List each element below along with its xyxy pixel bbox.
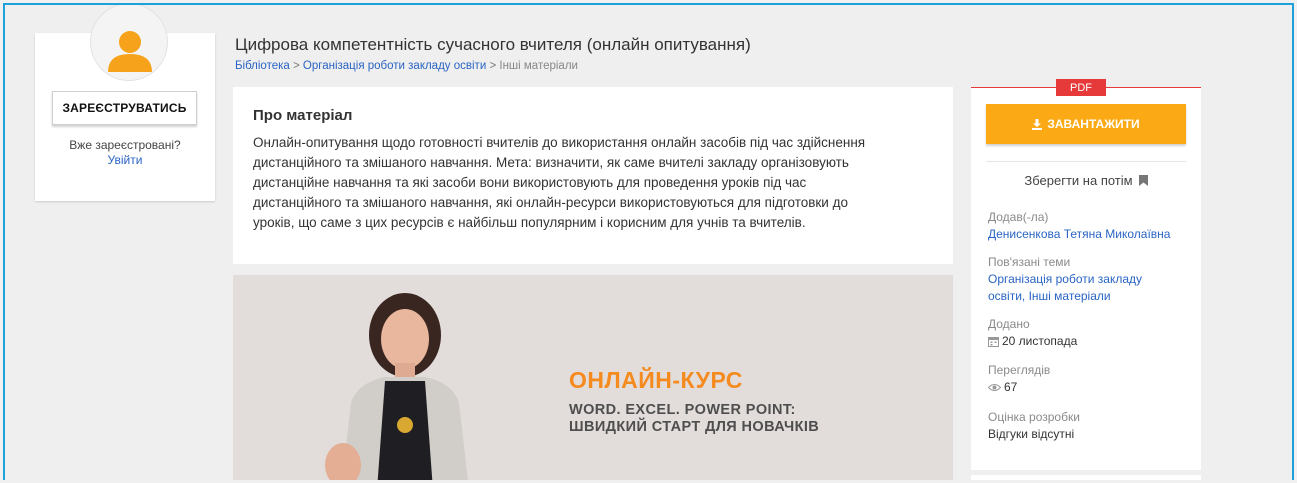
views-count: 67 (1004, 380, 1018, 394)
about-line: дистанційне навчання та які засоби вони … (253, 175, 807, 190)
material-sidebar: PDF ЗАВАНТАЖИТИ Зберегти на потім Додав(… (971, 79, 1201, 470)
ad-banner-image (971, 475, 1201, 480)
breadcrumb-library[interactable]: Бібліотека (235, 60, 290, 72)
added-label: Додано (988, 317, 1030, 331)
breadcrumb-school-organization[interactable]: Організація роботи закладу освіти (303, 60, 486, 72)
breadcrumb-separator: > (489, 60, 497, 72)
download-icon (1032, 118, 1043, 130)
about-line: Онлайн-опитування щодо готовності вчител… (253, 135, 866, 150)
login-link[interactable]: Увійти (108, 153, 143, 167)
about-material-text: Онлайн-опитування щодо готовності вчител… (253, 133, 943, 233)
topic-link-other-materials[interactable]: освіти, Інші матеріали (988, 289, 1111, 303)
rating-label: Оцінка розробки (988, 410, 1080, 424)
course-subtitle: ШВИДКИЙ СТАРТ ДЛЯ НОВАЧКІВ (569, 419, 820, 435)
eye-icon (988, 384, 1001, 391)
course-title: ОНЛАЙН-КУРС (569, 367, 743, 393)
save-for-later-button[interactable]: Зберегти на потім (971, 173, 1201, 188)
save-for-later-label: Зберегти на потім (1024, 173, 1133, 188)
register-button[interactable]: ЗАРЕЄСТРУВАТИСЬ (52, 91, 197, 125)
author-link[interactable]: Денисенкова Тетяна Миколаївна (988, 227, 1170, 241)
pdf-badge: PDF (1056, 79, 1106, 96)
related-topics-block: Пов'язані теми Організація роботи заклад… (988, 254, 1142, 305)
related-topics-label: Пов'язані теми (988, 255, 1071, 269)
topic-link-school-organization[interactable]: Організація роботи закладу (988, 272, 1142, 286)
rating-block: Оцінка розробки Відгуки відсутні (988, 409, 1080, 443)
about-material-card: Про матеріал Онлайн-опитування щодо гото… (233, 87, 953, 264)
author-block: Додав(-ла) Денисенкова Тетяна Миколаївна (988, 209, 1170, 243)
course-video-banner[interactable]: ОНЛАЙН-КУРС WORD. EXCEL. POWER POINT: ШВ… (233, 275, 953, 480)
user-avatar-icon (90, 5, 168, 81)
already-registered-text: Вже зареєстровані? (69, 138, 181, 152)
rating-value: Відгуки відсутні (988, 427, 1075, 441)
about-line: уроків, що саме з цих ресурсів є найбіль… (253, 215, 806, 230)
breadcrumb: Бібліотека > Організація роботи закладу … (235, 60, 578, 72)
page-title: Цифрова компетентність сучасного вчителя… (235, 35, 751, 54)
page-frame: ЗАРЕЄСТРУВАТИСЬ Вже зареєстровані? Увійт… (3, 3, 1294, 480)
course-subtitle: WORD. EXCEL. POWER POINT: (569, 402, 796, 418)
about-material-title: Про матеріал (253, 107, 353, 124)
calendar-icon (988, 337, 999, 347)
download-label: ЗАВАНТАЖИТИ (1047, 117, 1140, 131)
views-label: Переглядів (988, 363, 1051, 377)
user-panel: ЗАРЕЄСТРУВАТИСЬ Вже зареєстровані? Увійт… (35, 5, 215, 201)
views-block: Переглядів 67 (988, 362, 1050, 396)
sidebar-divider (986, 161, 1186, 162)
added-date-block: Додано 20 листопада (988, 316, 1077, 350)
added-date-value: 20 листопада (1002, 334, 1078, 348)
breadcrumb-separator: > (293, 60, 300, 72)
breadcrumb-other-materials: Інші матеріали (499, 60, 578, 72)
author-label: Додав(-ла) (988, 210, 1049, 224)
download-button[interactable]: ЗАВАНТАЖИТИ (986, 104, 1186, 144)
about-line: дистанційного та змішаного навчання, які… (253, 195, 848, 210)
about-line: дистанційного та змішаного навчання. Мет… (253, 155, 849, 170)
sidebar-ad-banner[interactable] (971, 475, 1201, 480)
bookmark-icon (1138, 175, 1148, 186)
